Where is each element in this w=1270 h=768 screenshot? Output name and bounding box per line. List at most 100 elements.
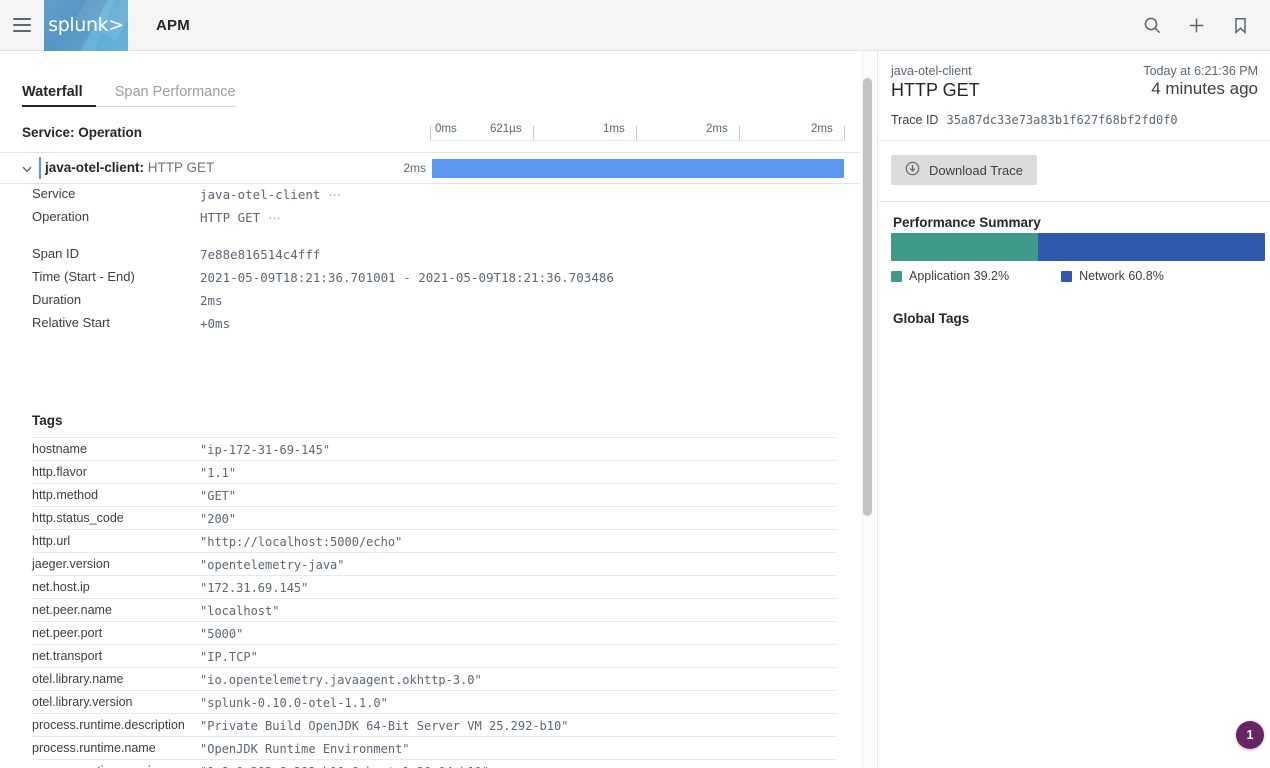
detail-row-operation: Operation HTTP GET ⋯ bbox=[0, 207, 860, 230]
scrollbar-thumb[interactable] bbox=[863, 78, 872, 516]
tag-key: net.peer.name bbox=[32, 603, 112, 617]
download-trace-label: Download Trace bbox=[929, 162, 1023, 178]
performance-summary-legend: Application 39.2% Network 60.8% bbox=[891, 269, 1265, 283]
timeline-tickmark bbox=[844, 126, 845, 140]
detail-row-duration: Duration 2ms bbox=[0, 290, 860, 313]
plus-icon[interactable] bbox=[1184, 13, 1208, 37]
top-app-bar: splunk> APM bbox=[0, 0, 1270, 51]
tag-key: process.runtime.version bbox=[32, 764, 165, 768]
table-row[interactable]: http.flavor "1.1" bbox=[32, 461, 836, 484]
chevron-down-icon[interactable] bbox=[20, 162, 34, 176]
tag-value: "OpenJDK Runtime Environment" bbox=[200, 742, 410, 756]
waterfall-header: Service: Operation 0ms 621µs 1ms 2ms 2ms bbox=[0, 121, 860, 153]
trace-detail-header: java-otel-client HTTP GET Today at 6:21:… bbox=[879, 51, 1270, 139]
detail-value: 7e88e816514c4fff bbox=[200, 247, 321, 262]
bookmark-icon[interactable] bbox=[1228, 13, 1252, 37]
performance-summary-title: Performance Summary bbox=[893, 215, 1041, 230]
timeline-tickmark bbox=[739, 126, 740, 140]
table-row[interactable]: otel.library.name "io.opentelemetry.javaa… bbox=[32, 668, 836, 691]
detail-value: java-otel-client ⋯ bbox=[200, 187, 341, 202]
table-row[interactable]: process.runtime.name "OpenJDK Runtime Env… bbox=[32, 737, 836, 760]
table-row[interactable]: net.host.ip "172.31.69.145" bbox=[32, 576, 836, 599]
top-bar-actions bbox=[1140, 13, 1270, 37]
download-trace-button[interactable]: Download Trace bbox=[891, 155, 1037, 185]
hamburger-icon[interactable] bbox=[0, 0, 44, 51]
detail-row-span-id: Span ID 7e88e816514c4fff bbox=[0, 244, 860, 267]
tab-bar-baseline bbox=[96, 106, 236, 107]
tag-value: "io.opentelemetry.javaagent.okhttp-3.0" bbox=[200, 673, 482, 687]
tag-value: "ip-172-31-69-145" bbox=[200, 443, 331, 457]
splunk-logo[interactable]: splunk> bbox=[44, 0, 128, 51]
table-row[interactable]: net.peer.name "localhost" bbox=[32, 599, 836, 622]
trace-id-value[interactable]: 35a87dc33e73a83b1f627f68bf2fd0f0 bbox=[946, 113, 1177, 127]
tag-value: "localhost" bbox=[200, 604, 280, 618]
span-operation-name: HTTP GET bbox=[147, 160, 215, 175]
legend-label: Application 39.2% bbox=[909, 269, 1010, 283]
performance-segment-application bbox=[891, 233, 1038, 261]
overflow-menu-icon[interactable]: ⋯ bbox=[268, 211, 281, 225]
table-row[interactable]: otel.library.version "splunk-0.10.0-otel-… bbox=[32, 691, 836, 714]
status-badge[interactable]: 1 bbox=[1236, 721, 1264, 749]
legend-item-application: Application 39.2% bbox=[891, 269, 1009, 283]
detail-row-service: Service java-otel-client ⋯ bbox=[0, 184, 860, 207]
table-row[interactable]: process.runtime.description "Private Buil… bbox=[32, 714, 836, 737]
span-duration-bar[interactable] bbox=[432, 159, 844, 178]
table-row[interactable]: hostname "ip-172-31-69-145" bbox=[32, 438, 836, 461]
table-row[interactable]: http.url "http://localhost:5000/echo" bbox=[32, 530, 836, 553]
tab-active-indicator bbox=[22, 105, 96, 107]
table-row[interactable]: net.peer.port "5000" bbox=[32, 622, 836, 645]
detail-spacer bbox=[0, 230, 860, 244]
trace-id-row: Trace ID 35a87dc33e73a83b1f627f68bf2fd0f0 bbox=[891, 113, 1178, 127]
tags-section-title: Tags bbox=[32, 413, 63, 428]
span-separator: : bbox=[139, 160, 148, 175]
divider bbox=[879, 201, 1270, 202]
waterfall-span-row[interactable]: java-otel-client: HTTP GET 2ms bbox=[0, 153, 860, 184]
timeline-axis: 0ms 621µs 1ms 2ms 2ms bbox=[430, 123, 846, 149]
tags-table: hostname "ip-172-31-69-145" http.flavor "1.… bbox=[32, 437, 836, 768]
overflow-menu-icon[interactable]: ⋯ bbox=[328, 188, 341, 202]
tag-key: http.flavor bbox=[32, 465, 87, 479]
span-duration: 2ms bbox=[403, 161, 426, 175]
trace-id-label: Trace ID bbox=[891, 113, 939, 127]
table-row[interactable]: http.status_code "200" bbox=[32, 507, 836, 530]
tag-key: process.runtime.description bbox=[32, 718, 185, 732]
detail-key: Span ID bbox=[32, 246, 79, 261]
table-row[interactable]: process.runtime.version"1.8.0_292-8u292-… bbox=[32, 760, 836, 768]
tag-key: otel.library.name bbox=[32, 672, 124, 686]
detail-row-relative-start: Relative Start +0ms bbox=[0, 313, 860, 336]
tag-value: "Private Build OpenJDK 64-Bit Server VM … bbox=[200, 719, 569, 733]
tag-key: net.host.ip bbox=[32, 580, 90, 594]
table-row[interactable]: net.transport "IP.TCP" bbox=[32, 645, 836, 668]
table-row[interactable]: jaeger.version "opentelemetry-java" bbox=[32, 553, 836, 576]
span-service-name: java-otel-client bbox=[45, 160, 140, 175]
tag-key: process.runtime.name bbox=[32, 741, 156, 755]
timeline-tick-label: 621µs bbox=[490, 123, 522, 135]
detail-timestamp-relative: 4 minutes ago bbox=[1151, 79, 1258, 98]
detail-key: Time (Start - End) bbox=[32, 269, 135, 284]
table-row[interactable]: http.method "GET" bbox=[32, 484, 836, 507]
timeline-tick-label: 0ms bbox=[435, 123, 457, 135]
tag-value: "splunk-0.10.0-otel-1.1.0" bbox=[200, 696, 388, 710]
legend-swatch bbox=[891, 270, 902, 282]
page-title: APM bbox=[156, 16, 190, 34]
search-icon[interactable] bbox=[1140, 13, 1164, 37]
download-circle-icon bbox=[905, 161, 920, 179]
legend-item-network: Network 60.8% bbox=[1061, 269, 1164, 283]
tag-value: "200" bbox=[200, 512, 237, 526]
detail-key: Operation bbox=[32, 209, 90, 224]
tag-key: http.status_code bbox=[32, 511, 124, 525]
detail-value: 2ms bbox=[200, 293, 223, 308]
tag-value: "opentelemetry-java" bbox=[200, 558, 345, 572]
tag-key: http.method bbox=[32, 488, 99, 502]
tag-key: net.peer.port bbox=[32, 626, 103, 640]
tag-value: "172.31.69.145" bbox=[200, 581, 309, 595]
tag-key: otel.library.version bbox=[32, 695, 133, 709]
tab-bar: Waterfall Span Performance bbox=[0, 72, 860, 110]
span-label: java-otel-client: HTTP GET bbox=[45, 160, 214, 175]
detail-value: +0ms bbox=[200, 316, 231, 331]
span-detail-list: Service java-otel-client ⋯ Operation HTTP… bbox=[0, 184, 860, 336]
tab-span-performance-label: Span Performance bbox=[114, 84, 236, 100]
tag-value: "IP.TCP" bbox=[200, 650, 258, 664]
tag-key: hostname bbox=[32, 442, 87, 456]
tag-key: http.url bbox=[32, 534, 71, 548]
